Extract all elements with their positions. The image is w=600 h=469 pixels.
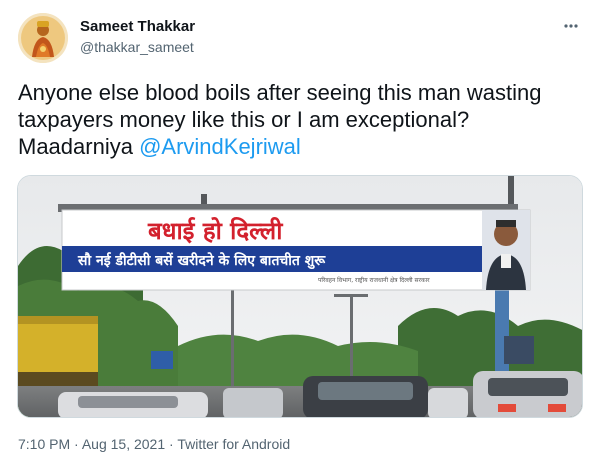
tweet-photo[interactable]: बधाई हो दिल्ली सौ नई डीटीसी बसें खरीदने … [17,175,583,418]
tweet-source[interactable]: Twitter for Android [177,436,290,452]
tweet-meta: 7:10 PM · Aug 15, 2021 · Twitter for And… [18,436,290,452]
avatar-image [18,13,68,63]
tweet-card: Sameet Thakkar @thakkar_sameet Anyone el… [0,0,600,469]
more-options-icon[interactable] [559,18,583,34]
meta-separator: · [74,436,79,452]
tweet-date[interactable]: Aug 15, 2021 [82,436,165,452]
tweet-text: Anyone else blood boils after seeing thi… [18,79,584,160]
author-name[interactable]: Sameet Thakkar [80,18,195,35]
meta-separator: · [169,436,174,452]
photo-billboard-scene: बधाई हो दिल्ली सौ नई डीटीसी बसें खरीदने … [18,176,582,417]
banner-line-1: बधाई हो दिल्ली [147,217,283,245]
author-handle[interactable]: @thakkar_sameet [80,39,194,55]
avatar[interactable] [18,13,68,63]
tweet-time[interactable]: 7:10 PM [18,436,70,452]
mention-link[interactable]: @ArvindKejriwal [139,134,301,159]
banner-footer: परिवहन विभाग, राष्ट्रीय राजधानी क्षेत्र … [318,276,430,284]
banner-line-2: सौ नई डीटीसी बसें खरीदने के लिए बातचीत श… [77,252,326,270]
